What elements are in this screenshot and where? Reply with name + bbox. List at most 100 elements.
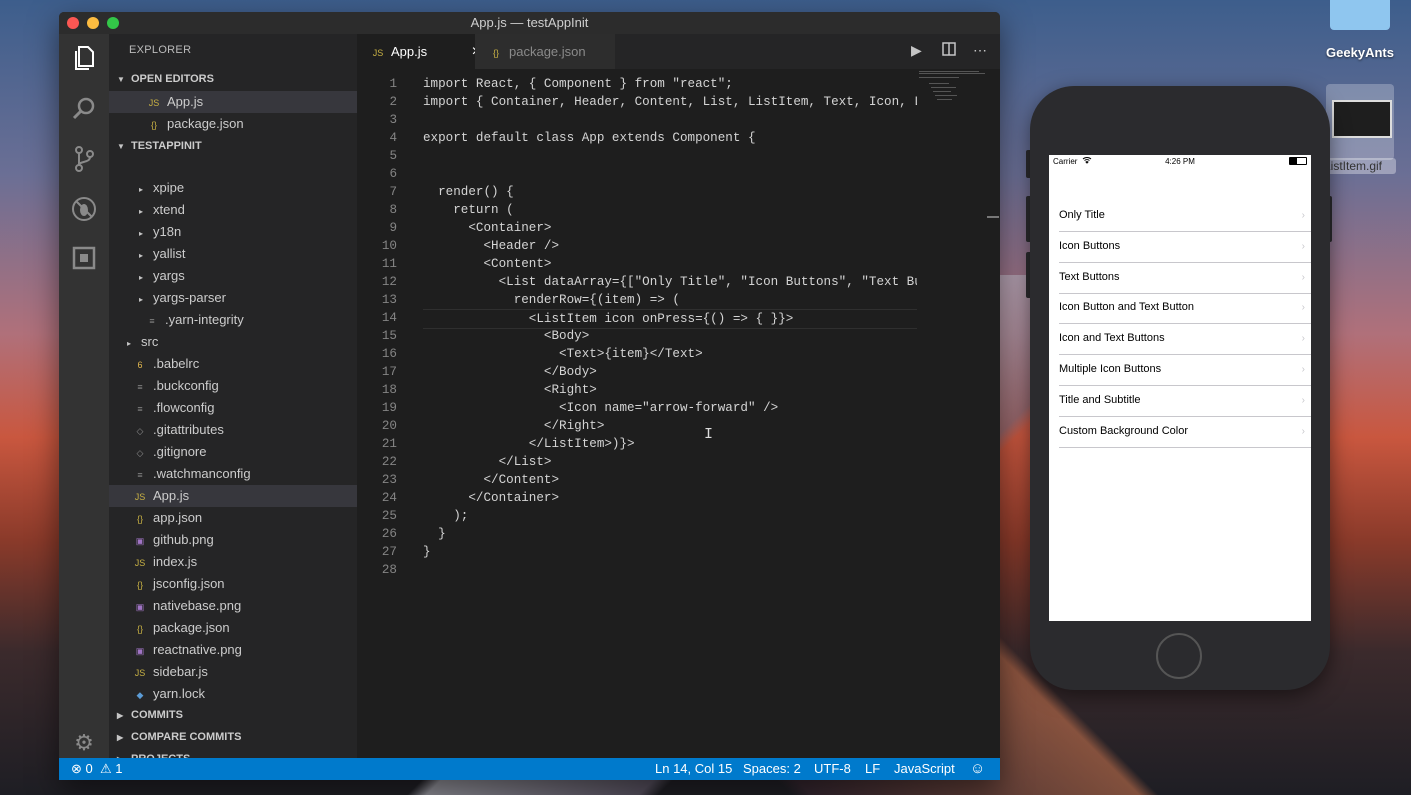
file-tree-item[interactable]: ≡ .watchmanconfig xyxy=(109,463,357,485)
gif-file-icon[interactable] xyxy=(1326,84,1394,160)
list-item[interactable]: Icon Button and Text Button › xyxy=(1059,292,1311,325)
zoom-window-button[interactable] xyxy=(107,17,119,29)
file-tree-item[interactable]: ◇ .gitignore xyxy=(109,441,357,463)
file-tree-item[interactable]: ▸ yallist xyxy=(109,243,357,265)
chevron-right-icon: › xyxy=(1301,240,1305,252)
language-mode[interactable]: JavaScript xyxy=(894,758,955,780)
list-item-label: Only Title xyxy=(1059,209,1105,221)
files-icon[interactable] xyxy=(71,46,97,72)
open-editors-section[interactable]: ▼ OPEN EDITORS xyxy=(109,68,357,90)
file-name: .flowconfig xyxy=(153,400,215,415)
file-tree-item[interactable]: ▣ nativebase.png xyxy=(109,595,357,617)
indentation-setting[interactable]: Spaces: 2 xyxy=(743,758,801,780)
open-editor-item[interactable]: JS App.js xyxy=(109,91,357,113)
file-tree-item[interactable]: ▸ y18n xyxy=(109,221,357,243)
cursor-position[interactable]: Ln 14, Col 15 xyxy=(655,758,732,780)
line-number: 10 xyxy=(381,239,397,253)
close-window-button[interactable] xyxy=(67,17,79,29)
source-control-icon[interactable] xyxy=(71,146,97,172)
file-name: App.js xyxy=(153,488,190,503)
file-tree-item[interactable]: ≡ .flowconfig xyxy=(109,397,357,419)
line-number: 21 xyxy=(381,437,397,451)
file-tree-item[interactable]: ≡ .yarn-integrity xyxy=(109,309,357,331)
code-line: import { Container, Header, Content, Lis… xyxy=(423,95,917,109)
list-item[interactable]: Text Buttons › xyxy=(1059,262,1311,294)
feedback-smiley-icon[interactable]: ☺ xyxy=(970,758,985,780)
scrollbar-marker[interactable] xyxy=(987,216,999,218)
line-number: 25 xyxy=(381,509,397,523)
chevron-right-icon: ▸ xyxy=(139,295,144,304)
file-tree-item[interactable]: ◇ .gitattributes xyxy=(109,419,357,441)
file-icon: JS xyxy=(134,558,146,568)
code-line: </ListItem>)}> xyxy=(423,437,635,451)
code-line: <Header /> xyxy=(423,239,560,253)
file-tree-item[interactable]: ▸ xtend xyxy=(109,199,357,221)
tab-package-json[interactable]: {} package.json xyxy=(475,34,615,69)
code-line: <Icon name="arrow-forward" /> xyxy=(423,401,779,415)
open-editors-label: OPEN EDITORS xyxy=(131,73,214,85)
chevron-right-icon: › xyxy=(1301,364,1305,375)
gear-icon[interactable]: ⚙ xyxy=(71,730,97,756)
more-actions-icon[interactable]: ⋯ xyxy=(973,42,987,59)
chevron-right-icon: ▶ xyxy=(117,733,124,742)
line-number: 5 xyxy=(389,149,397,163)
project-section[interactable]: ▼ TESTAPPINIT xyxy=(109,135,357,157)
list-item[interactable]: Title and Subtitle › xyxy=(1059,385,1311,417)
json-file-icon: {} xyxy=(150,120,157,130)
file-tree-item[interactable]: {} app.json xyxy=(109,507,357,529)
file-tree-item[interactable]: ▸ xpipe xyxy=(109,177,357,199)
line-number: 8 xyxy=(389,203,397,217)
file-tree-item[interactable]: ▣ reactnative.png xyxy=(109,639,357,661)
encoding-setting[interactable]: UTF-8 xyxy=(814,758,851,780)
line-number: 3 xyxy=(389,113,397,127)
file-tree-item[interactable]: ▣ github.png xyxy=(109,529,357,551)
file-tree-item[interactable]: ▸ src xyxy=(109,331,357,353)
list-item[interactable]: Only Title › xyxy=(1059,200,1311,232)
split-editor-icon[interactable] xyxy=(942,42,956,59)
compare-commits-section[interactable]: ▶ COMPARE COMMITS xyxy=(109,726,357,748)
ios-status-bar: Carrier 4:26 PM xyxy=(1049,155,1311,169)
file-tree-item[interactable]: ▸ yargs xyxy=(109,265,357,287)
chevron-right-icon: ▸ xyxy=(139,207,144,216)
line-number: 7 xyxy=(389,185,397,199)
file-tree-item[interactable]: JS App.js xyxy=(109,485,357,507)
file-tree-item[interactable]: ◆ yarn.lock xyxy=(109,683,357,705)
file-icon: ▣ xyxy=(135,602,145,612)
minimap[interactable] xyxy=(917,69,987,109)
minimize-window-button[interactable] xyxy=(87,17,99,29)
file-tree-item[interactable]: 6 .babelrc xyxy=(109,353,357,375)
list-item[interactable]: Icon Buttons › xyxy=(1059,231,1311,263)
commits-section[interactable]: ▶ COMMITS xyxy=(109,704,357,726)
eol-setting[interactable]: LF xyxy=(865,758,880,780)
code-editor[interactable]: 1 import React, { Component } from "react… xyxy=(357,69,1000,769)
home-button[interactable] xyxy=(1156,633,1202,679)
file-tree-item[interactable]: {} package.json xyxy=(109,617,357,639)
list-item[interactable]: Icon and Text Buttons › xyxy=(1059,323,1311,356)
file-tree-item[interactable]: ▸ yargs-parser xyxy=(109,287,357,309)
folder-icon[interactable] xyxy=(1330,0,1390,30)
search-icon[interactable] xyxy=(71,96,97,122)
desktop-gif-label[interactable]: ListItem.gif xyxy=(1324,158,1396,174)
file-icon: 6 xyxy=(137,360,143,370)
file-tree-item[interactable]: JS index.js xyxy=(109,551,357,573)
list-item[interactable]: Multiple Icon Buttons › xyxy=(1059,354,1311,386)
open-editor-item[interactable]: {} package.json xyxy=(109,113,357,135)
file-tree-item[interactable]: ≡ .buckconfig xyxy=(109,375,357,397)
file-name: y18n xyxy=(153,224,182,239)
desktop-folder-label[interactable]: GeekyAnts xyxy=(1318,45,1402,60)
errors-indicator[interactable]: ⊗ 0 ⚠ 1 xyxy=(71,758,123,780)
code-line: </Content> xyxy=(423,473,560,487)
list-item[interactable]: Custom Background Color › xyxy=(1059,416,1311,448)
file-name: package.json xyxy=(153,620,230,635)
file-name: .buckconfig xyxy=(153,378,219,393)
file-tree-item[interactable]: JS sidebar.js xyxy=(109,661,357,683)
file-name: github.png xyxy=(153,532,214,547)
debug-icon[interactable] xyxy=(71,196,97,222)
extensions-icon[interactable] xyxy=(71,246,97,272)
tab-app-js[interactable]: JSApp.js × xyxy=(357,34,489,69)
line-number: 16 xyxy=(381,347,397,361)
file-tree-item[interactable]: {} jsconfig.json xyxy=(109,573,357,595)
run-icon[interactable]: ▶ xyxy=(911,42,922,59)
phone-screen: Carrier 4:26 PM Only Title › Icon Buttons ›… xyxy=(1049,155,1311,621)
